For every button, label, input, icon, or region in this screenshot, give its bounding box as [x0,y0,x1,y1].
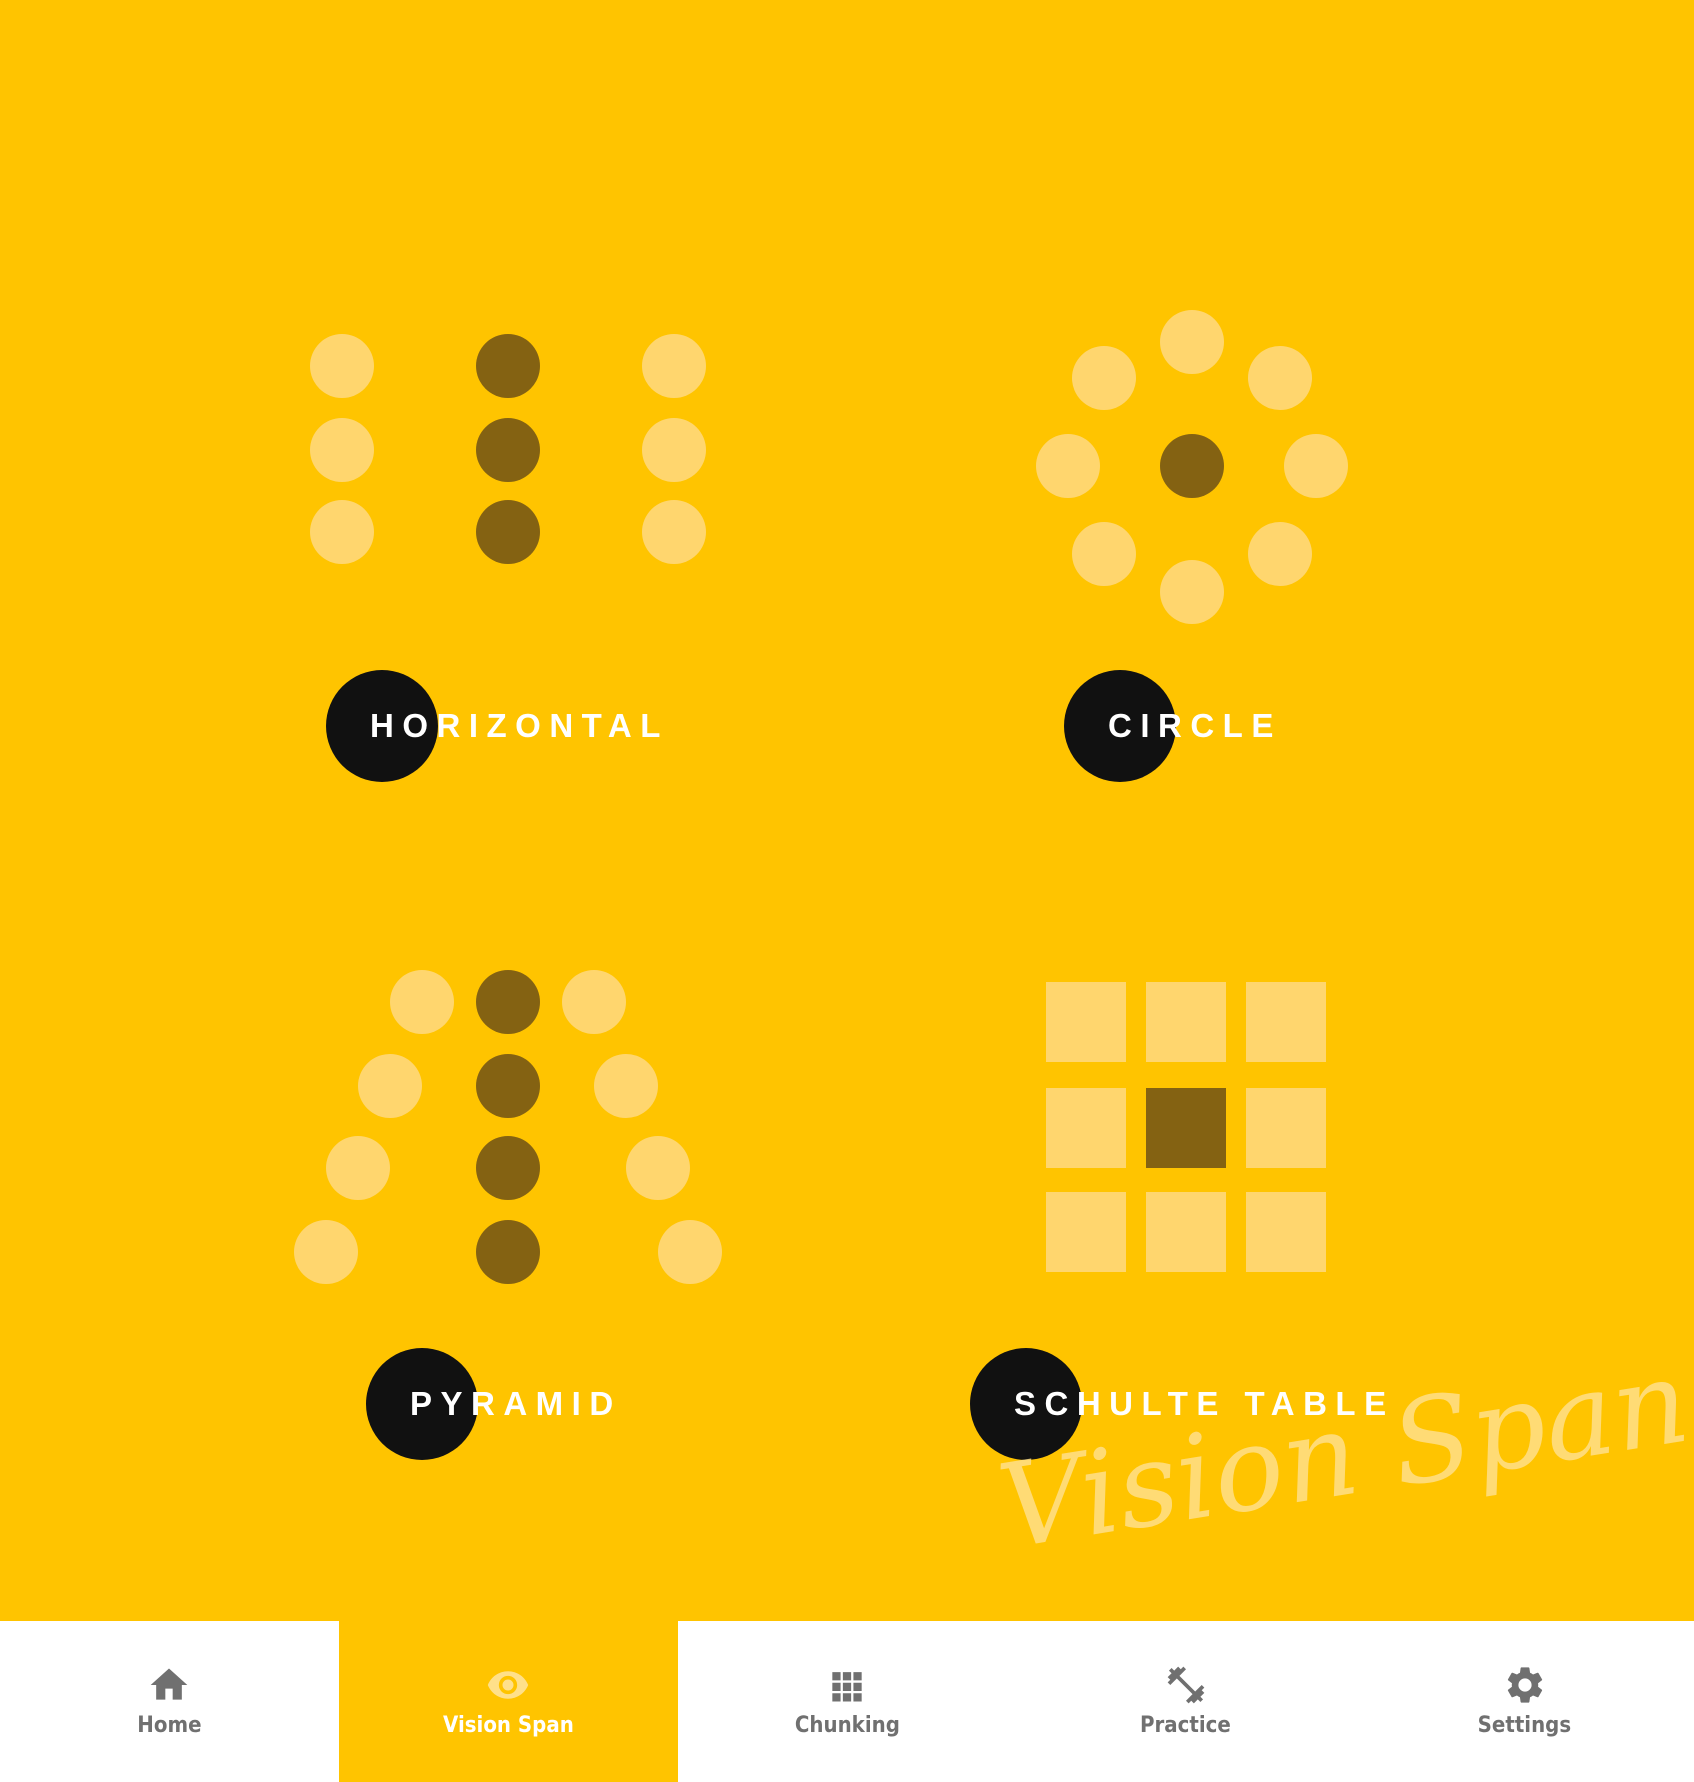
dot [1248,346,1312,410]
dot [1072,346,1136,410]
tab-chunking-label: Chunking [794,1713,900,1738]
eye-icon [488,1671,529,1699]
grid-cell [1046,1192,1126,1272]
grid-cell [1246,1088,1326,1168]
tab-home-label: Home [137,1713,202,1738]
dot [1248,522,1312,586]
grid-cell [1246,982,1326,1062]
dot [658,1220,722,1284]
main-content: HORIZONTAL CIRCLE PYRAMID SCHULTE TABLE … [0,0,1694,1621]
dot [1160,310,1224,374]
dot [1072,522,1136,586]
dot [642,334,706,398]
grid-cell [1246,1192,1326,1272]
tab-home[interactable]: Home [0,1621,339,1782]
dot [390,970,454,1034]
dot-focus [476,1136,540,1200]
dot-focus [476,334,540,398]
grid-cell [1046,1088,1126,1168]
tab-settings-label: Settings [1477,1713,1572,1738]
grid-icon [832,1672,862,1702]
dot [642,500,706,564]
dot [1284,434,1348,498]
dot [358,1054,422,1118]
grid-cell [1046,982,1126,1062]
circle-label: CIRCLE [1108,707,1282,744]
dumbbell-icon [1167,1666,1205,1704]
bottom-navigation: Home Vision Span Chunking Practice Setti… [0,1621,1694,1782]
dot [594,1054,658,1118]
tab-chunking[interactable]: Chunking [678,1621,1017,1782]
dot [294,1220,358,1284]
dot-focus [476,418,540,482]
exercise-card-horizontal[interactable]: HORIZONTAL [0,0,847,810]
dot [1036,434,1100,498]
dot [326,1136,390,1200]
dot [626,1136,690,1200]
exercise-card-circle[interactable]: CIRCLE [847,0,1694,810]
dot-focus [476,1220,540,1284]
dot [1160,560,1224,624]
tab-vision-span[interactable]: Vision Span [338,1621,678,1782]
dot-focus [1160,434,1224,498]
dot-focus [476,970,540,1034]
dot [310,418,374,482]
dot [562,970,626,1034]
dot-focus [476,500,540,564]
pyramid-label: PYRAMID [410,1385,622,1422]
grid-cell-focus [1146,1088,1226,1168]
tab-practice-label: Practice [1140,1713,1232,1738]
dot [642,418,706,482]
tab-practice[interactable]: Practice [1016,1621,1355,1782]
tab-vision-span-label: Vision Span [442,1713,574,1738]
exercise-card-pyramid[interactable]: PYRAMID [0,810,847,1621]
gear-icon [1507,1667,1542,1703]
home-icon [151,1668,188,1700]
horizontal-label: HORIZONTAL [370,707,669,744]
grid-cell [1146,1192,1226,1272]
grid-cell [1146,982,1226,1062]
dot [310,500,374,564]
dot-focus [476,1054,540,1118]
dot [310,334,374,398]
tab-settings[interactable]: Settings [1355,1621,1694,1782]
